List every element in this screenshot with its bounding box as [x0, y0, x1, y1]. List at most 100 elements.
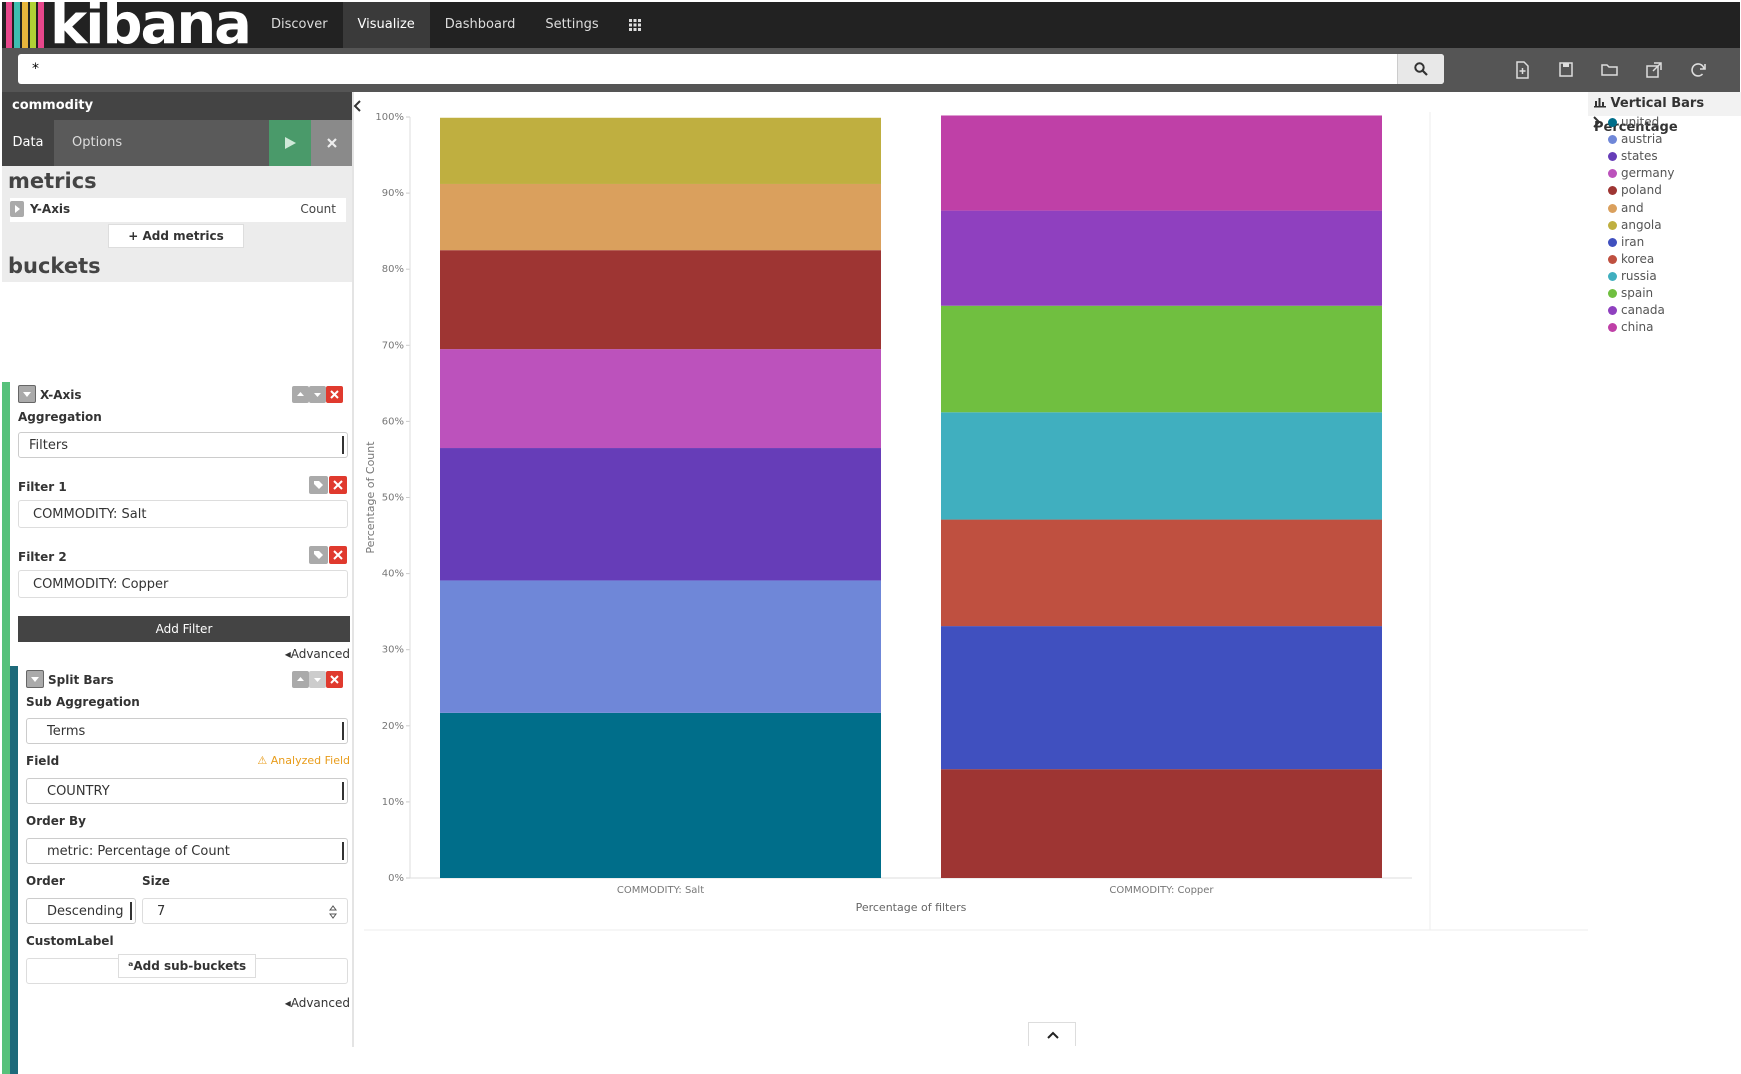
nav-settings[interactable]: Settings [530, 2, 613, 48]
move-down-button[interactable] [309, 386, 326, 403]
add-sub-buckets-button[interactable]: ᵃ​Add sub-buckets [118, 954, 256, 978]
tab-data[interactable]: Data [2, 120, 54, 166]
legend-label: china [1621, 320, 1654, 335]
remove-bucket-button[interactable] [326, 386, 343, 403]
search-button[interactable] [1397, 54, 1444, 84]
nav-visualize[interactable]: Visualize [342, 2, 430, 48]
bar-chart-icon [1594, 98, 1606, 108]
filter2-label-button[interactable] [309, 546, 328, 564]
legend-item-iran[interactable]: iran [1608, 235, 1644, 249]
logo-stripe [30, 2, 36, 48]
tab-options[interactable]: Options [72, 120, 122, 166]
sub-aggregation-select[interactable]: Terms [26, 718, 348, 744]
collapse-toggle[interactable] [26, 670, 44, 688]
apply-changes-button[interactable] [269, 120, 311, 166]
legend-label: united [1621, 115, 1660, 129]
remove-bucket-button[interactable] [326, 671, 343, 688]
legend-item-and[interactable]: and [1608, 201, 1644, 215]
legend-swatch [1608, 118, 1617, 127]
legend-toggle-button[interactable] [1590, 114, 1602, 130]
y-axis-row[interactable]: Y-Axis Count [10, 198, 346, 222]
legend-swatch [1608, 271, 1617, 281]
x-axis-advanced-toggle[interactable]: ◂Advanced [285, 647, 350, 661]
bar-segment-korea[interactable] [941, 519, 1382, 627]
legend-item-china[interactable]: china [1608, 320, 1654, 334]
legend-label: germany [1621, 166, 1675, 181]
legend-swatch [1608, 152, 1617, 162]
add-filter-button[interactable]: Add Filter [18, 616, 350, 642]
stacked-bar-chart: 0% 10% 20% 30% 40% 50% 60% 70% 80% 90% 100% COMMODI… [364, 112, 1588, 931]
aggregation-select[interactable]: Filters [18, 432, 348, 458]
plus-icon: + [128, 229, 143, 243]
bar-segment-germany[interactable] [440, 349, 881, 449]
size-input[interactable]: 7 [142, 898, 348, 924]
save-button[interactable] [1554, 58, 1578, 82]
y-tick-label: 90% [382, 188, 404, 199]
collapse-sidebar-button[interactable] [352, 98, 364, 112]
toggle-spy-panel-button[interactable] [1028, 1022, 1076, 1046]
size-stepper[interactable] [328, 902, 338, 922]
new-visualization-button[interactable] [1510, 58, 1534, 82]
bar-segment-poland[interactable] [941, 769, 1382, 878]
x-tick-label: COMMODITY: Salt [617, 885, 704, 896]
filter1-remove-button[interactable] [329, 476, 347, 494]
expand-toggle[interactable] [10, 201, 24, 217]
filter1-label-button[interactable] [309, 476, 328, 494]
add-metrics-button[interactable]: + Add metrics [108, 224, 244, 248]
legend-item-germany[interactable]: germany [1608, 166, 1674, 180]
bar-segment-iran[interactable] [941, 626, 1382, 770]
filter2-input[interactable]: COMMODITY: Copper [18, 570, 348, 598]
bar-segment-canada[interactable] [941, 210, 1382, 306]
bar-segment-russia[interactable] [941, 412, 1382, 520]
filter1-input[interactable]: COMMODITY: Salt [18, 500, 348, 528]
move-up-button[interactable] [292, 386, 309, 403]
legend-item-united[interactable]: united [1608, 115, 1659, 129]
legend-item-korea[interactable]: korea [1608, 252, 1654, 266]
save-icon [1559, 62, 1573, 77]
bar-segment-spain[interactable] [941, 305, 1382, 413]
legend-item-states[interactable]: states [1608, 149, 1658, 163]
order-by-select[interactable]: metric: Percentage of Count [26, 838, 348, 864]
bar-segment-united[interactable] [440, 712, 881, 878]
legend-item-angola[interactable]: angola [1608, 218, 1662, 232]
spinner-arrows-icon [329, 905, 337, 919]
search-input[interactable] [30, 58, 1434, 80]
nav-discover[interactable]: Discover [256, 2, 343, 48]
editor-sidebar: commodity Data Options metrics Y-Axis Co… [2, 92, 354, 1074]
y-tick-label: 20% [382, 721, 404, 732]
collapse-toggle[interactable] [18, 385, 36, 403]
refresh-button[interactable] [1686, 58, 1710, 82]
legend-item-austria[interactable]: austria [1608, 132, 1663, 146]
split-bars-advanced-toggle[interactable]: ◂Advanced [285, 996, 350, 1010]
bucket-color-bar [2, 382, 10, 1074]
share-button[interactable] [1642, 58, 1666, 82]
legend-label: spain [1621, 286, 1654, 300]
legend-label: russia [1621, 268, 1657, 283]
y-tick-label: 0% [388, 873, 404, 884]
nav-dashboard[interactable]: Dashboard [430, 2, 531, 48]
legend-item-russia[interactable]: russia [1608, 269, 1657, 283]
x-axis-title: Percentage of filters [856, 901, 967, 914]
legend-swatch [1608, 135, 1617, 145]
legend-swatch [1608, 203, 1617, 213]
kibana-logo[interactable]: kibana [6, 0, 252, 57]
bar-segment-states[interactable] [440, 448, 881, 581]
order-select[interactable]: Descending [26, 898, 136, 924]
app-grid-button[interactable] [614, 2, 656, 48]
bar-segment-austria[interactable] [440, 580, 881, 713]
field-select[interactable]: COUNTRY [26, 778, 348, 804]
legend-item-canada[interactable]: canada [1608, 303, 1665, 317]
bar-segment-china[interactable] [941, 115, 1382, 211]
legend-item-spain[interactable]: spain [1608, 286, 1653, 300]
discard-changes-button[interactable] [311, 120, 353, 166]
bar-segment-and[interactable] [440, 183, 881, 251]
bar-segment-angola[interactable] [440, 117, 881, 184]
move-up-button[interactable] [292, 671, 309, 688]
legend-item-poland[interactable]: poland [1608, 183, 1662, 197]
filter2-remove-button[interactable] [329, 546, 347, 564]
open-button[interactable] [1598, 58, 1622, 82]
move-down-button[interactable] [309, 671, 326, 688]
bar-segment-poland[interactable] [440, 250, 881, 350]
caret-down-icon [31, 677, 39, 682]
filter2-label: Filter 2 [18, 550, 67, 564]
